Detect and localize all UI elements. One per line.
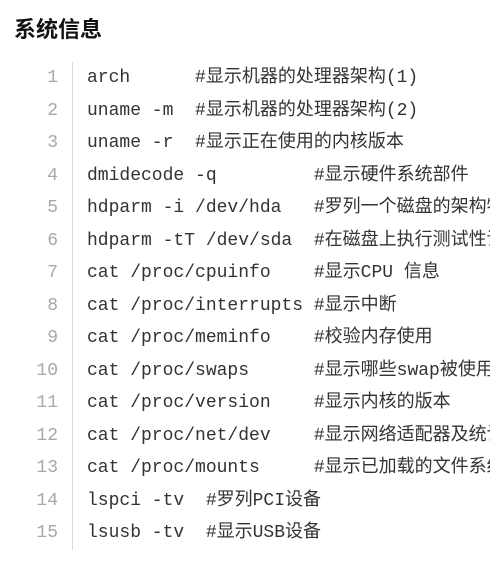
code-line: lsusb -tv #显示USB设备 xyxy=(87,517,490,550)
code-line: cat /proc/mounts #显示已加载的文件系统 xyxy=(87,452,490,485)
line-number: 6 xyxy=(26,225,58,258)
line-number: 11 xyxy=(26,387,58,420)
code-line: cat /proc/version #显示内核的版本 xyxy=(87,387,490,420)
line-number: 5 xyxy=(26,192,58,225)
line-number: 3 xyxy=(26,127,58,160)
page: 系统信息 123456789101112131415 arch #显示机器的处理… xyxy=(0,0,500,550)
line-number: 15 xyxy=(26,517,58,550)
line-number: 9 xyxy=(26,322,58,355)
line-number: 8 xyxy=(26,290,58,323)
line-number: 2 xyxy=(26,95,58,128)
code-line: lspci -tv #罗列PCI设备 xyxy=(87,485,490,518)
code-line: uname -r #显示正在使用的内核版本 xyxy=(87,127,490,160)
line-number-gutter: 123456789101112131415 xyxy=(26,62,73,550)
code-line: cat /proc/interrupts #显示中断 xyxy=(87,290,490,323)
code-content: arch #显示机器的处理器架构(1)uname -m #显示机器的处理器架构(… xyxy=(73,62,490,550)
code-line: uname -m #显示机器的处理器架构(2) xyxy=(87,95,490,128)
line-number: 4 xyxy=(26,160,58,193)
section-heading: 系统信息 xyxy=(14,12,490,44)
line-number: 14 xyxy=(26,485,58,518)
code-line: cat /proc/swaps #显示哪些swap被使用 xyxy=(87,355,490,388)
line-number: 1 xyxy=(26,62,58,95)
line-number: 13 xyxy=(26,452,58,485)
code-line: hdparm -tT /dev/sda #在磁盘上执行测试性读取操作 xyxy=(87,225,490,258)
code-line: cat /proc/meminfo #校验内存使用 xyxy=(87,322,490,355)
code-line: arch #显示机器的处理器架构(1) xyxy=(87,62,490,95)
code-line: cat /proc/net/dev #显示网络适配器及统计 xyxy=(87,420,490,453)
line-number: 10 xyxy=(26,355,58,388)
line-number: 7 xyxy=(26,257,58,290)
code-block: 123456789101112131415 arch #显示机器的处理器架构(1… xyxy=(10,62,490,550)
code-line: dmidecode -q #显示硬件系统部件 xyxy=(87,160,490,193)
code-line: hdparm -i /dev/hda #罗列一个磁盘的架构特性 xyxy=(87,192,490,225)
code-line: cat /proc/cpuinfo #显示CPU 信息 xyxy=(87,257,490,290)
line-number: 12 xyxy=(26,420,58,453)
